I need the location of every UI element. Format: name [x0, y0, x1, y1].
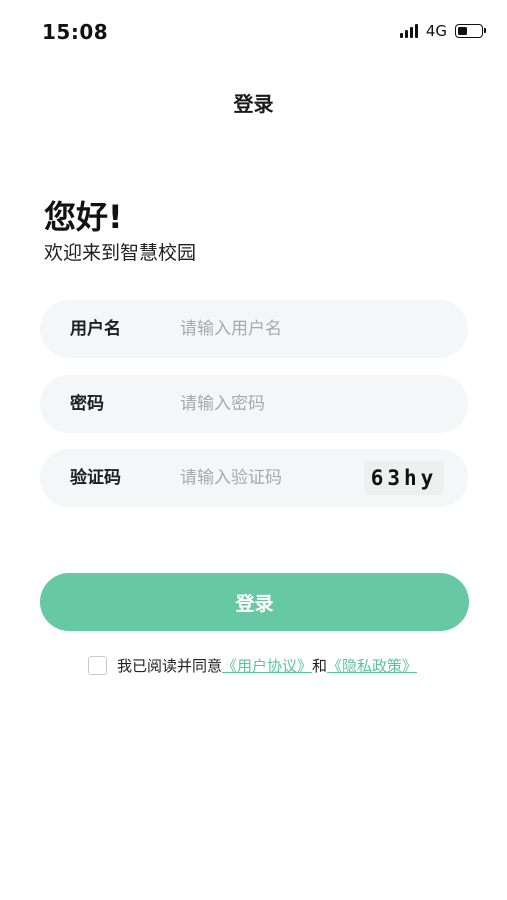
page-title: 登录: [233, 92, 274, 116]
user-agreement-link[interactable]: 《用户协议》: [222, 655, 312, 676]
username-label: 用户名: [70, 319, 121, 339]
password-input[interactable]: [180, 387, 380, 421]
login-button[interactable]: 登录: [40, 573, 469, 631]
privacy-policy-link[interactable]: 《隐私政策》: [327, 655, 417, 676]
agreement-checkbox[interactable]: [88, 655, 107, 675]
captcha-label: 验证码: [70, 468, 121, 488]
captcha-input[interactable]: [180, 461, 350, 495]
agreement-prefix: 我已阅读并同意: [117, 656, 223, 675]
status-time: 15:08: [42, 20, 109, 44]
greeting-title: 您好!: [44, 198, 123, 236]
captcha-field: 验证码 63hy: [40, 449, 468, 507]
welcome-subtitle: 欢迎来到智慧校园: [44, 242, 197, 264]
agreement-conjunction: 和: [312, 656, 328, 675]
agreement-row: 我已阅读并同意 《用户协议》 和 《隐私政策》: [88, 654, 417, 676]
captcha-image[interactable]: 63hy: [364, 461, 444, 495]
status-bar: 15:08 4G: [0, 0, 507, 64]
login-screen: 15:08 4G 登录 您好! 欢迎来到智慧校园 用户名 密码 验证码 63hy…: [0, 0, 507, 900]
battery-icon: [455, 24, 486, 38]
username-input[interactable]: [180, 312, 380, 346]
password-label: 密码: [70, 394, 104, 414]
status-indicators: 4G: [399, 22, 486, 40]
signal-icon: [399, 24, 418, 38]
network-type: 4G: [425, 22, 447, 40]
password-field: 密码: [40, 375, 468, 433]
username-field: 用户名: [40, 300, 468, 358]
